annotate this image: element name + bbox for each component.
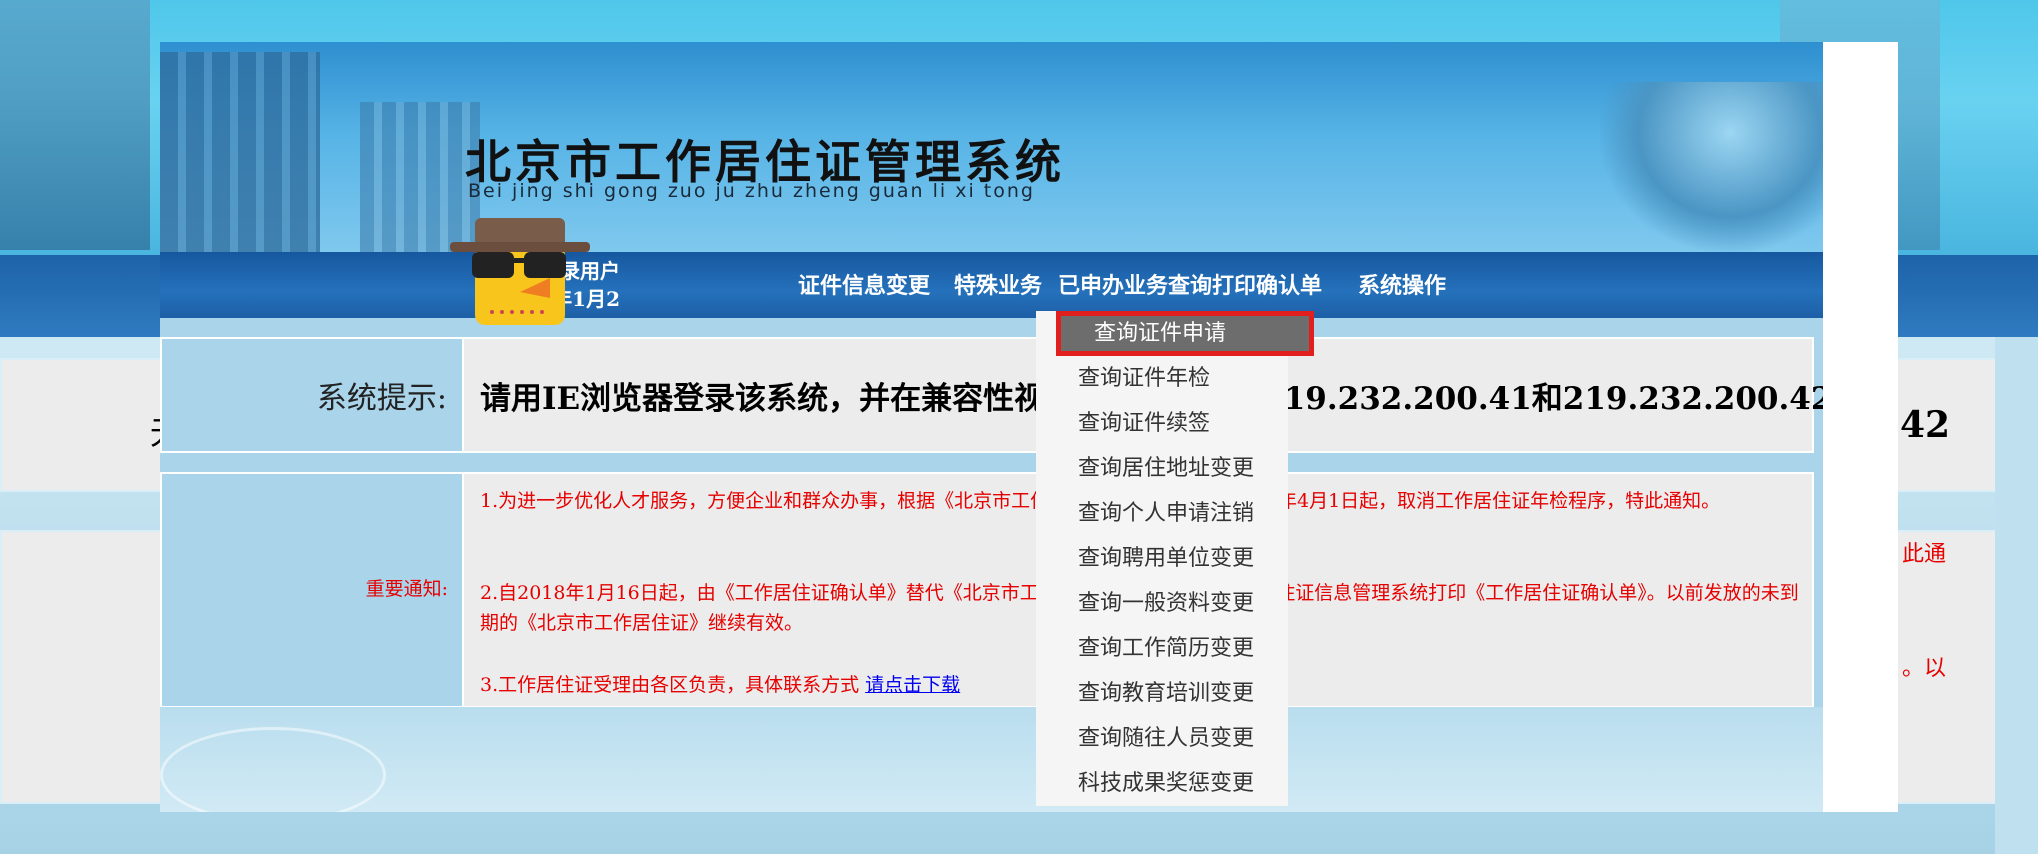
nav-item-print-confirmation[interactable]: 打印确认单 bbox=[1212, 268, 1322, 300]
dropdown-item-query-general-info-change[interactable]: 查询一般资料变更 bbox=[1036, 581, 1288, 626]
background-right-strip bbox=[1995, 337, 2038, 854]
nav-item-system-operations[interactable]: 系统操作 bbox=[1358, 268, 1446, 300]
important-notice-label-cell: 重要通知: bbox=[162, 474, 464, 706]
dropdown-item-query-cancellation[interactable]: 查询个人申请注销 bbox=[1036, 491, 1288, 536]
temple-image bbox=[1600, 82, 1860, 252]
download-link[interactable]: 请点击下载 bbox=[865, 674, 960, 696]
system-notice-row: 系统提示: 请用IE浏览器登录该系统，并在兼容性视图设置中添加：219.232.… bbox=[160, 337, 1832, 453]
nav-item-query-business[interactable]: 已申办业务查询 bbox=[1058, 268, 1212, 300]
system-window: 北京市工作居住证管理系统 Bei jing shi gong zuo ju zh… bbox=[160, 42, 1880, 812]
important-notice-row: 重要通知: 1.为进一步优化人才服务，方便企业和群众办事，根据《北京市工作居住证… bbox=[160, 472, 1814, 708]
footer-cloud-area bbox=[160, 707, 1880, 812]
background-red-fragment-1: 此通 bbox=[1902, 542, 1947, 567]
important-notice-item-3-text: 3.工作居住证受理由各区负责，具体联系方式 bbox=[480, 674, 866, 696]
background-red-fragment-2: 。以 bbox=[1902, 656, 1947, 681]
dropdown-item-query-employer-change[interactable]: 查询聘用单位变更 bbox=[1036, 536, 1288, 581]
dropdown-item-query-address-change[interactable]: 查询居住地址变更 bbox=[1036, 446, 1288, 491]
dropdown-item-query-dependents-change[interactable]: 查询随往人员变更 bbox=[1036, 716, 1288, 761]
skyline-image bbox=[160, 52, 320, 252]
window-edge bbox=[1823, 42, 1898, 812]
cloud-decoration bbox=[160, 727, 386, 812]
header-banner: 北京市工作居住证管理系统 Bei jing shi gong zuo ju zh… bbox=[160, 42, 1880, 252]
main-navbar: 登录用户 121年1月2 证件信息变更 特殊业务 已申办业务查询 打印确认单 系… bbox=[160, 252, 1880, 318]
dropdown-item-query-education-change[interactable]: 查询教育培训变更 bbox=[1036, 671, 1288, 716]
dropdown-item-query-renewal[interactable]: 查询证件续签 bbox=[1036, 401, 1288, 446]
dropdown-item-query-application[interactable]: 查询证件申请 bbox=[1056, 311, 1314, 356]
system-notice-label: 系统提示: bbox=[316, 381, 447, 416]
nav-item-special-business[interactable]: 特殊业务 bbox=[954, 268, 1042, 300]
system-notice-label-cell: 系统提示: bbox=[162, 339, 464, 451]
query-business-dropdown: 查询证件申请 查询证件年检 查询证件续签 查询居住地址变更 查询个人申请注销 查… bbox=[1036, 311, 1314, 806]
dropdown-item-query-resume-change[interactable]: 查询工作简历变更 bbox=[1036, 626, 1288, 671]
important-notice-label: 重要通知: bbox=[365, 578, 448, 600]
background-skyline bbox=[0, 0, 150, 250]
dropdown-item-query-annual-check[interactable]: 查询证件年检 bbox=[1036, 356, 1288, 401]
dropdown-item-tech-achievement-change[interactable]: 科技成果奖惩变更 bbox=[1036, 761, 1288, 806]
background-notice-fragment: 42 bbox=[1900, 404, 1951, 446]
anonymized-face-icon bbox=[450, 218, 590, 325]
nav-item-certificate-change[interactable]: 证件信息变更 bbox=[798, 268, 930, 300]
